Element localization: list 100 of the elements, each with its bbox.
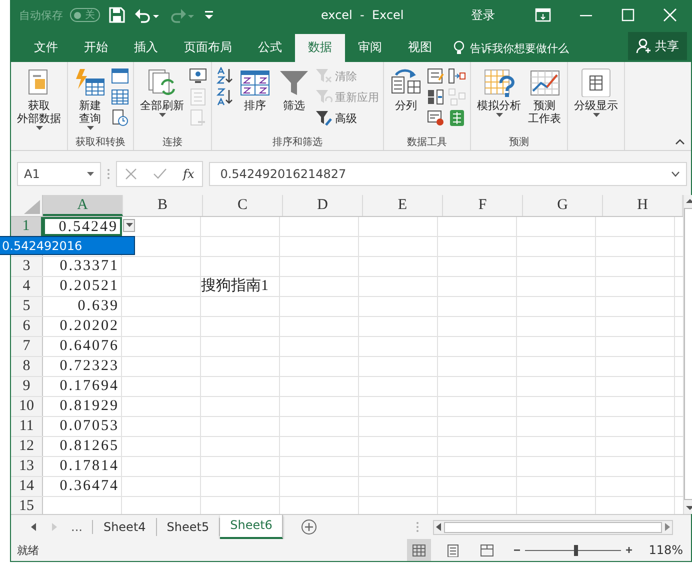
group-label: 数据工具	[406, 136, 448, 150]
reapply-filter-icon	[315, 88, 333, 106]
ribbon-tab[interactable]: 文件	[21, 34, 71, 62]
group-label: 连接	[162, 136, 184, 150]
sheet-tab[interactable]: Sheet4	[93, 518, 157, 536]
row-header[interactable]: 4	[11, 277, 43, 296]
previous-sheet-icon[interactable]	[31, 523, 37, 531]
button-label: 外部数据	[17, 112, 61, 125]
column-header[interactable]: G	[523, 195, 603, 216]
row-header[interactable]: 12	[11, 437, 43, 456]
row-header[interactable]: 9	[11, 377, 43, 396]
document-clock-icon[interactable]	[111, 109, 129, 127]
flash-fill-icon[interactable]	[427, 67, 445, 85]
table-cell: 0.81265	[60, 438, 119, 454]
ribbon-button[interactable]: 分级显示	[572, 65, 620, 135]
row-header[interactable]: 5	[11, 297, 43, 316]
monitor-icon[interactable]	[189, 67, 207, 85]
row-header[interactable]: 8	[11, 357, 43, 376]
row-header[interactable]: 14	[11, 477, 43, 496]
grid-icon[interactable]	[111, 88, 129, 106]
row-header[interactable]: 7	[11, 337, 43, 356]
data-model-icon[interactable]	[448, 109, 466, 127]
dropdown-icon	[126, 223, 132, 228]
close-icon[interactable]	[663, 8, 677, 22]
check-icon[interactable]	[153, 168, 167, 180]
autocomplete-item[interactable]: 0.542492016	[0, 236, 135, 255]
name-box[interactable]: A1	[17, 162, 101, 186]
column-header[interactable]: F	[443, 195, 523, 216]
row-header[interactable]: 3	[11, 257, 43, 276]
sheet-tab[interactable]: Sheet6	[220, 515, 284, 539]
ribbon-tab[interactable]: 审阅	[345, 34, 395, 62]
maximize-icon[interactable]	[621, 8, 635, 22]
table-cell: 0.33371	[60, 258, 119, 274]
insert-function-button[interactable]: fx	[183, 167, 194, 181]
zoom-in-icon[interactable]	[624, 546, 633, 554]
ribbon-button[interactable]: 高级	[315, 109, 357, 127]
button-label: 分级显示	[574, 99, 618, 112]
validation-icon[interactable]	[427, 109, 445, 127]
grip-icon	[416, 521, 419, 533]
zoom-level[interactable]: 118%	[648, 543, 683, 557]
row-header[interactable]: 6	[11, 317, 43, 336]
column-header[interactable]: B	[123, 195, 203, 216]
dropdown-button[interactable]	[123, 219, 135, 232]
column-header[interactable]: D	[283, 195, 363, 216]
scroll-left-icon[interactable]	[436, 523, 442, 531]
sort-descending-icon[interactable]	[216, 88, 234, 106]
ribbon-button[interactable]: 模拟分析	[475, 65, 523, 135]
undo-icon[interactable]	[134, 7, 160, 23]
ribbon-button[interactable]: 分列	[388, 65, 424, 135]
expand-icon[interactable]	[671, 171, 680, 177]
normal-view-icon	[412, 544, 426, 556]
scroll-up-icon[interactable]	[686, 198, 692, 204]
login-link[interactable]: 登录	[471, 6, 495, 24]
ribbon-tab[interactable]: 视图	[395, 34, 445, 62]
vertical-scrollbar[interactable]	[683, 195, 692, 514]
table-cell: 0.64076	[60, 338, 119, 354]
ribbon-button[interactable]: 获取 外部数据	[15, 65, 63, 135]
column-header[interactable]: E	[363, 195, 443, 216]
column-header[interactable]: A	[43, 195, 123, 216]
button-label: 工作表	[528, 112, 561, 125]
more-sheets-button[interactable]: ...	[71, 520, 94, 534]
save-icon[interactable]	[109, 7, 125, 23]
ribbon-button[interactable]: 预测 工作表	[526, 65, 563, 135]
ribbon-tab[interactable]: 插入	[121, 34, 171, 62]
collapse-ribbon-icon[interactable]	[675, 139, 685, 145]
view-button[interactable]	[406, 539, 431, 561]
ribbon-display-icon[interactable]	[535, 8, 551, 22]
ribbon-tab[interactable]: 公式	[245, 34, 295, 62]
row-header[interactable]: 1	[11, 217, 43, 236]
scroll-thumb[interactable]	[684, 208, 692, 500]
sort-ascending-icon[interactable]	[216, 67, 234, 85]
row-header[interactable]: 10	[11, 397, 43, 416]
clear-filter-icon	[315, 67, 333, 85]
row-header[interactable]: 15	[11, 497, 43, 514]
ribbon-button[interactable]: 筛选	[276, 65, 312, 135]
tell-me-search[interactable]: 告诉我你想要做什么	[453, 34, 569, 62]
row-header[interactable]: 13	[11, 457, 43, 476]
scroll-thumb[interactable]	[444, 522, 662, 532]
ribbon-tab[interactable]: 数据	[295, 34, 345, 62]
add-sheet-icon[interactable]	[301, 519, 318, 535]
scroll-right-icon[interactable]	[664, 523, 670, 531]
column-header[interactable]: C	[203, 195, 283, 216]
active-cell[interactable]: 0.54249	[43, 217, 122, 236]
slider-thumb[interactable]	[574, 544, 578, 556]
ribbon-button[interactable]: 新建 查询	[72, 65, 108, 135]
table-icon[interactable]	[111, 67, 129, 85]
formula-field[interactable]: 0.542492016214827	[209, 162, 687, 186]
customize-icon[interactable]	[204, 9, 214, 21]
share-button[interactable]: 共享	[628, 32, 687, 60]
remove-duplicates-icon[interactable]	[427, 88, 445, 106]
ribbon-tab[interactable]: 开始	[71, 34, 121, 62]
row-header[interactable]: 11	[11, 417, 43, 436]
consolidate-icon[interactable]	[448, 67, 466, 85]
table-cell: 0.17694	[60, 378, 119, 394]
horizontal-scrollbar[interactable]	[433, 520, 673, 534]
ribbon-button[interactable]: 排序	[237, 65, 273, 135]
ribbon-button[interactable]: 全部刷新	[138, 65, 186, 135]
scroll-down-icon[interactable]	[686, 505, 692, 511]
page-break-icon	[480, 544, 494, 556]
ribbon-tab[interactable]: 页面布局	[171, 34, 245, 62]
